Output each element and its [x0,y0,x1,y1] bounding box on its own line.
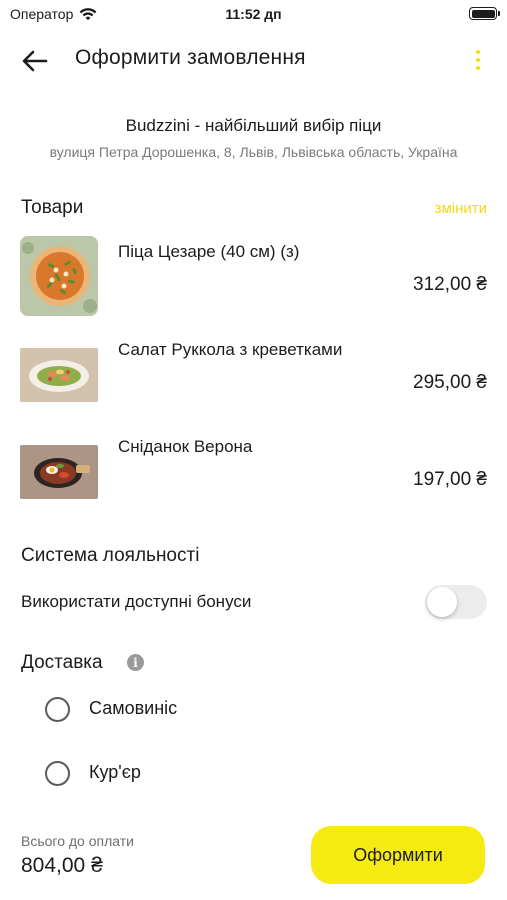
toggle-knob [427,587,457,617]
product-name: Піца Цезаре (40 см) (з) [118,242,300,261]
status-time: 11:52 дп [225,6,282,22]
more-menu-button[interactable] [471,44,485,76]
battery-level [471,9,495,18]
delivery-option-courier[interactable]: Кур'єр [0,754,507,794]
loyalty-section-title: Система лояльності [21,545,200,566]
product-name: Салат Руккола з креветками [118,340,343,359]
arrow-left-icon [22,50,48,72]
product-item[interactable]: Піца Цезаре (40 см) (з) 312,00 ₴ [0,236,507,326]
restaurant-name: Budzzini - найбільший вибір піци [125,116,382,135]
change-products-link[interactable]: змінити [435,200,487,217]
back-button[interactable] [20,46,50,76]
breakfast-image [20,445,98,499]
products-section-title: Товари [21,197,84,218]
delivery-option-label: Кур'єр [89,762,141,782]
product-item[interactable]: Сніданок Верона 197,00 ₴ [0,437,507,527]
product-name: Сніданок Верона [118,437,253,456]
delivery-option-pickup[interactable]: Самовиніс [0,690,507,730]
product-item[interactable]: Салат Руккола з креветками 295,00 ₴ [0,340,507,430]
checkout-button[interactable]: Оформити [311,826,485,884]
status-bar: Оператор 11:52 дп [0,0,507,30]
battery-icon [469,7,500,20]
pizza-image [20,236,98,316]
product-photo-pizza [20,236,98,316]
more-vertical-icon-dot [476,66,480,70]
more-vertical-icon-dot [476,58,480,62]
radio-button[interactable] [45,697,70,722]
product-photo-salad [20,348,98,402]
info-icon[interactable]: i [127,654,144,671]
product-price: 295,00 ₴ [413,372,487,393]
more-vertical-icon-dot [476,50,480,54]
restaurant-address: вулиця Петра Дорошенка, 8, Львів, Львівс… [49,144,458,160]
use-bonuses-toggle[interactable] [425,585,487,619]
salad-image [20,348,98,402]
product-photo-breakfast [20,445,98,499]
radio-button[interactable] [45,761,70,786]
delivery-section-title: Доставка [21,652,103,673]
total-label: Всього до оплати [21,833,134,849]
product-price: 312,00 ₴ [413,274,487,295]
delivery-option-label: Самовиніс [89,698,178,718]
total-value: 804,00 ₴ [21,854,103,877]
app-header: Оформити замовлення [0,40,507,80]
product-price: 197,00 ₴ [413,469,487,490]
restaurant-info: Budzzini - найбільший вибір піци вулиця … [0,116,507,160]
use-bonuses-label: Використати доступні бонуси [21,592,252,611]
page-title: Оформити замовлення [75,46,306,69]
